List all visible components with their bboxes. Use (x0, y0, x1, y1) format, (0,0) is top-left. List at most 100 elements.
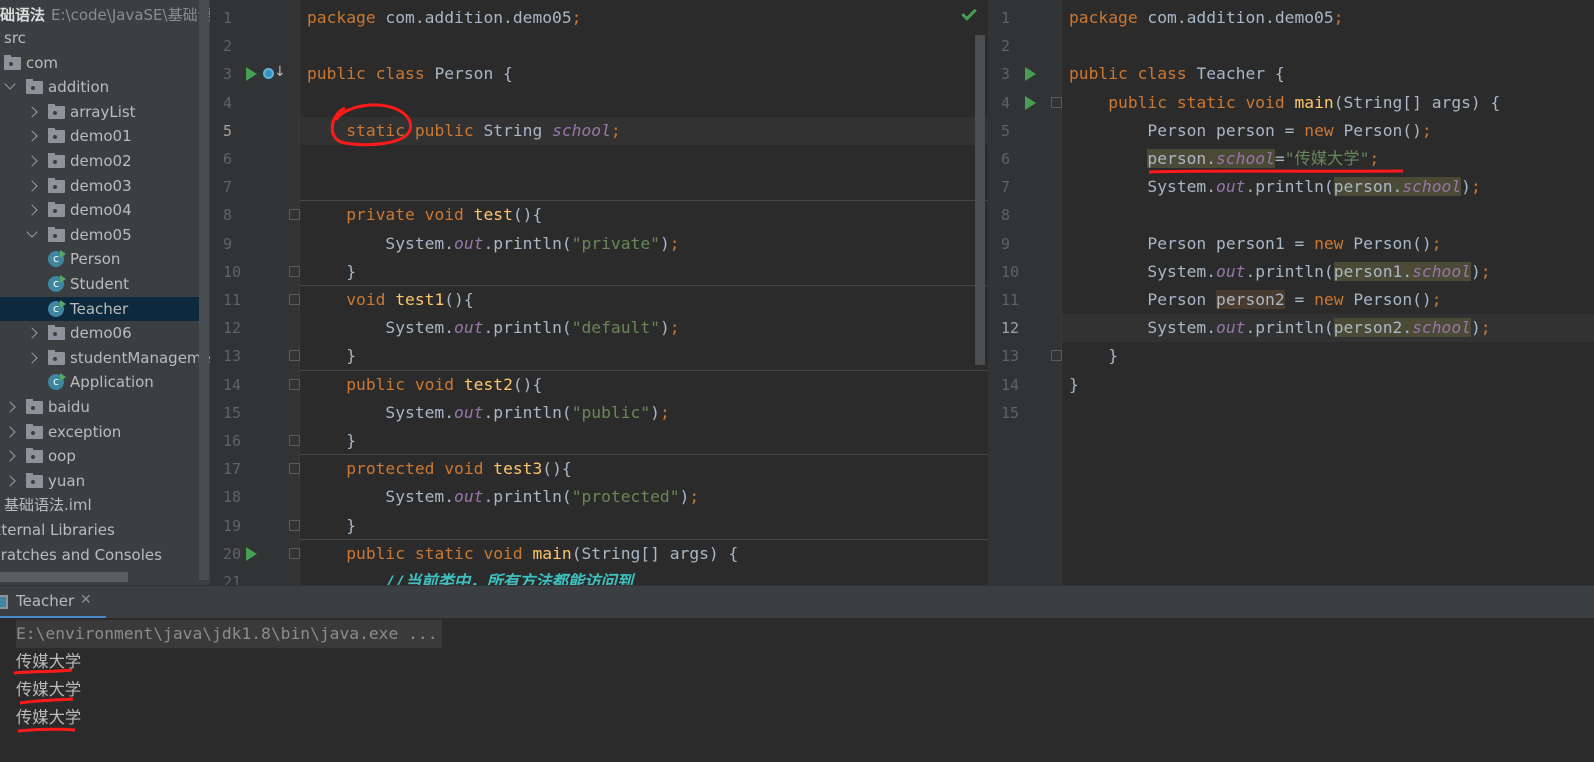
fold-marker-icon[interactable] (289, 265, 300, 277)
close-icon[interactable]: ✕ (80, 592, 92, 608)
line-number[interactable]: 10 (1001, 258, 1051, 286)
sidebar-vertical-scrollbar[interactable] (199, 0, 209, 580)
chevron-right-icon[interactable] (26, 106, 38, 118)
tree-item[interactable]: com (0, 51, 200, 75)
chevron-right-icon[interactable] (26, 327, 38, 339)
code-line[interactable]: System.out.println("private"); (300, 230, 988, 258)
chevron-right-icon[interactable] (26, 204, 38, 216)
line-number[interactable]: 11 (1001, 286, 1051, 314)
code-line[interactable]: System.out.println(person2.school); (1062, 314, 1594, 343)
code-line[interactable]: package com.addition.demo05; (300, 4, 988, 32)
tree-item[interactable]: exception (0, 420, 200, 444)
code-line[interactable] (300, 32, 988, 60)
line-number[interactable]: 17 (223, 455, 273, 483)
chevron-right-icon[interactable] (4, 450, 16, 462)
line-number[interactable]: 7 (1001, 173, 1051, 201)
code-line[interactable]: System.out.println(person1.school); (1062, 258, 1594, 286)
code-line[interactable]: } (300, 512, 988, 540)
code-line[interactable] (1062, 201, 1594, 229)
chevron-right-icon[interactable] (26, 352, 38, 364)
line-number[interactable]: 7 (223, 173, 273, 201)
line-number[interactable]: 14 (1001, 371, 1051, 399)
line-number[interactable]: 5 (1001, 117, 1051, 145)
code-line[interactable]: Person person2 = new Person(); (1062, 286, 1594, 314)
fold-marker-icon[interactable] (289, 435, 300, 446)
code-line[interactable]: public void test2(){ (300, 371, 988, 399)
code-line[interactable]: protected void test3(){ (300, 455, 988, 483)
code-line[interactable] (1062, 32, 1594, 60)
code-line[interactable]: Person person = new Person(); (1062, 117, 1594, 145)
fold-marker-icon[interactable] (289, 350, 300, 362)
code-line[interactable]: person.school="传媒大学"; (1062, 145, 1594, 173)
fold-marker-icon[interactable] (289, 294, 300, 305)
code-line[interactable] (300, 173, 988, 201)
code-line[interactable]: //当前类中，所有方法都能访问到 (300, 568, 988, 585)
fold-marker-icon[interactable] (289, 547, 300, 559)
fold-marker-icon[interactable] (289, 463, 300, 475)
line-number[interactable]: 10 (223, 258, 273, 286)
tree-item[interactable]: demo02 (0, 149, 200, 173)
code-line[interactable]: private void test(){ (300, 201, 988, 229)
code-line[interactable]: public class Person { (300, 60, 988, 88)
line-number[interactable]: 2 (1001, 32, 1051, 60)
line-number[interactable]: 9 (1001, 230, 1051, 258)
chevron-right-icon[interactable] (4, 475, 16, 487)
code-line[interactable]: public static void main(String[] args) { (1062, 89, 1594, 117)
tree-item[interactable]: c Person (0, 247, 200, 271)
tree-item[interactable]: yuan (0, 469, 200, 493)
tree-item[interactable]: src (0, 26, 200, 50)
fold-marker-icon[interactable] (289, 209, 300, 221)
line-number[interactable]: 1 (223, 4, 273, 32)
tree-item[interactable]: baidu (0, 395, 200, 419)
line-number[interactable]: 8 (1001, 201, 1051, 229)
code-line[interactable]: } (300, 258, 988, 286)
code-line[interactable] (300, 145, 988, 173)
line-number[interactable]: 2 (223, 32, 273, 60)
line-number[interactable]: 18 (223, 483, 273, 511)
chevron-right-icon[interactable] (26, 179, 38, 192)
tab-teacher[interactable]: Teacher ✕ (0, 586, 106, 619)
tree-item[interactable]: demo05 (0, 223, 200, 247)
code-line[interactable]: } (300, 427, 988, 455)
tree-item[interactable]: c Application (0, 370, 200, 394)
code-line[interactable]: package com.addition.demo05; (1062, 4, 1594, 32)
code-line[interactable]: } (1062, 371, 1594, 399)
line-number[interactable]: 13 (223, 342, 273, 370)
code-line[interactable]: System.out.println("public"); (300, 399, 988, 427)
code-line[interactable] (300, 89, 988, 117)
fold-marker-icon[interactable] (289, 519, 300, 531)
code-line[interactable]: System.out.println("protected"); (300, 483, 988, 511)
tree-item[interactable]: demo03 (0, 174, 200, 198)
chevron-right-icon[interactable] (4, 425, 16, 438)
line-number[interactable]: 12 (223, 314, 273, 342)
tree-item[interactable]: oop (0, 444, 200, 468)
code-line[interactable]: Person person1 = new Person(); (1062, 230, 1594, 258)
code-line[interactable]: } (300, 342, 988, 370)
code-line[interactable]: System.out.println("default"); (300, 314, 988, 342)
code-line[interactable]: void test1(){ (300, 286, 988, 314)
run-icon[interactable] (1025, 95, 1036, 110)
code-line[interactable]: } (1062, 342, 1594, 370)
chevron-right-icon[interactable] (26, 130, 38, 143)
left-editor-code[interactable]: package com.addition.demo05; public class… (300, 0, 988, 585)
line-number[interactable]: 15 (223, 399, 273, 427)
code-line[interactable]: public static void main(String[] args) { (300, 540, 988, 568)
chevron-down-icon[interactable] (26, 226, 38, 238)
line-number[interactable]: 4 (223, 89, 273, 117)
line-number[interactable]: 1 (1001, 4, 1051, 32)
tree-item[interactable]: arrayList (0, 100, 200, 124)
chevron-right-icon[interactable] (26, 155, 38, 167)
line-number[interactable]: 11 (223, 286, 273, 314)
console-output[interactable]: E:\environment\java\jdk1.8\bin\java.exe … (0, 618, 1594, 762)
code-line[interactable] (1062, 399, 1594, 427)
tree-item[interactable]: demo04 (0, 198, 200, 222)
chevron-down-icon[interactable] (4, 78, 16, 90)
tree-item[interactable]: addition (0, 75, 200, 99)
right-editor-code[interactable]: package com.addition.demo05; public class… (1062, 0, 1594, 585)
line-number[interactable]: 12 (1001, 314, 1051, 342)
fold-marker-icon[interactable] (1051, 350, 1062, 362)
line-number[interactable]: 15 (1001, 399, 1051, 427)
fold-marker-icon[interactable] (1051, 96, 1062, 108)
code-line[interactable]: static public String school; (300, 116, 988, 145)
tree-item[interactable]: studentManagement (0, 346, 210, 370)
